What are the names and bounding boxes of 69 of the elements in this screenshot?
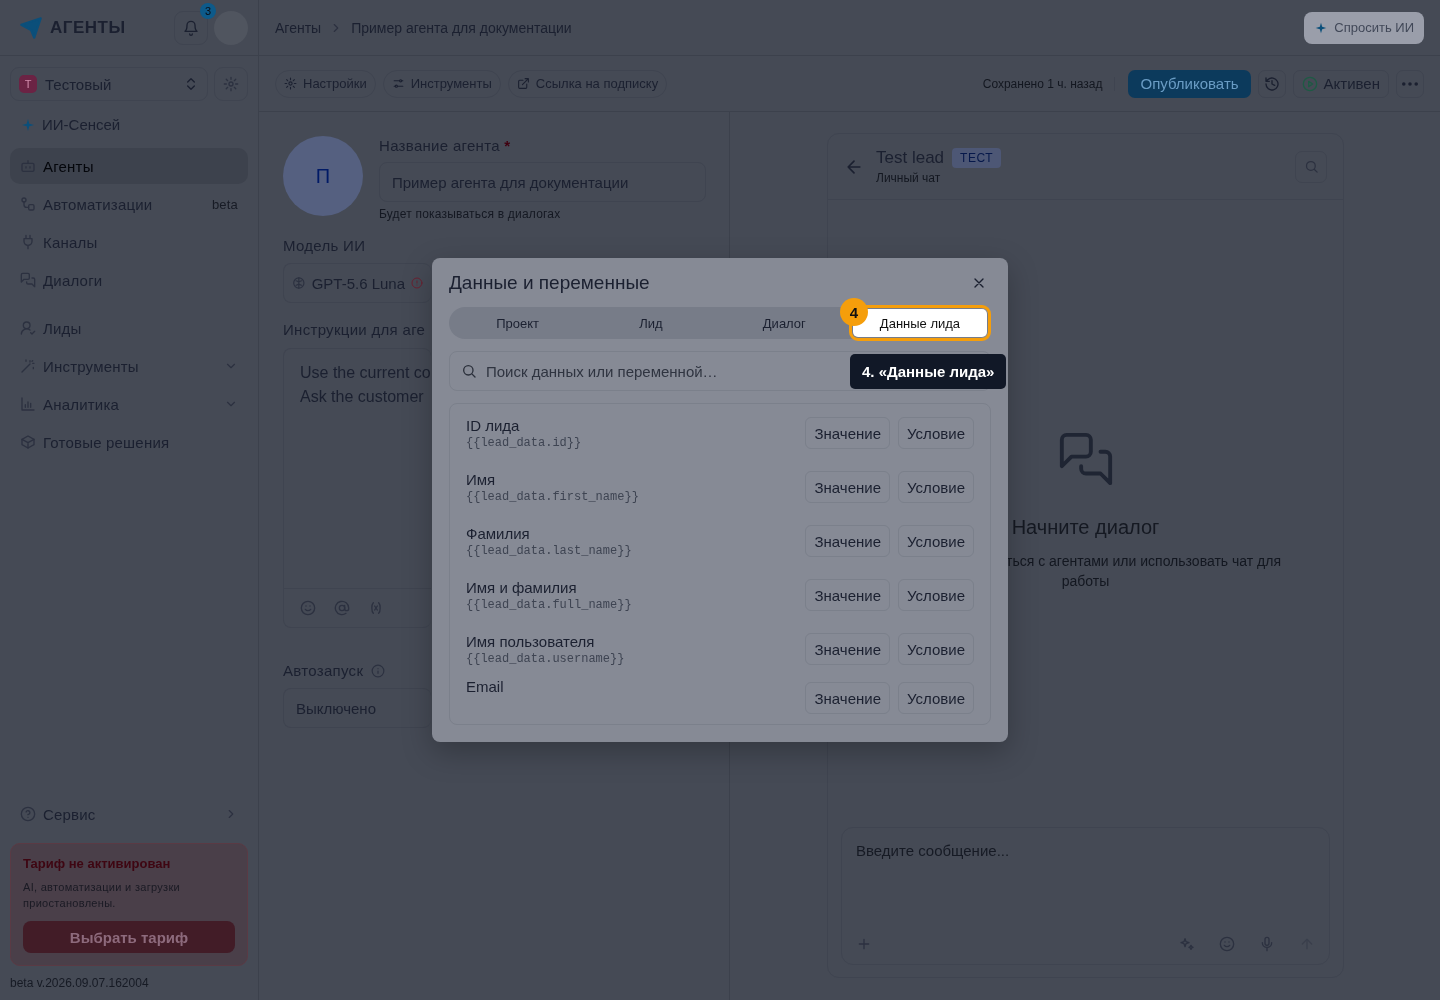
- insert-value-button[interactable]: Значение: [805, 525, 890, 557]
- more-button[interactable]: [1396, 69, 1424, 98]
- mention-icon: [334, 600, 350, 616]
- choose-plan-button[interactable]: Выбрать тариф: [23, 921, 235, 953]
- info-icon: [371, 663, 386, 678]
- variable-label: Имя и фамилия: [466, 578, 578, 596]
- insert-condition-button[interactable]: Условие: [898, 682, 974, 714]
- wand-icon: [20, 358, 36, 374]
- help-icon: [20, 806, 36, 822]
- variable-icon: [368, 600, 384, 616]
- external-link-icon: [516, 77, 530, 90]
- sidebar-item[interactable]: Агенты: [10, 148, 248, 184]
- magic-icon: [1179, 936, 1195, 952]
- modal-tab[interactable]: Диалог: [748, 309, 820, 337]
- insert-value-button[interactable]: Значение: [805, 417, 890, 449]
- variable-label: Имя: [466, 470, 497, 488]
- history-button[interactable]: [1257, 69, 1286, 98]
- insert-condition-button[interactable]: Условие: [898, 471, 974, 503]
- bell-icon: [183, 19, 199, 36]
- search-button[interactable]: [1295, 150, 1327, 183]
- settings-button[interactable]: [214, 67, 248, 101]
- variable-code: {{lead_data.username}}: [466, 651, 626, 666]
- play-icon: [1301, 75, 1318, 92]
- variable-code: {{lead_data.id}}: [466, 435, 583, 450]
- logo-icon: [18, 14, 44, 41]
- insert-condition-button[interactable]: Условие: [898, 525, 974, 557]
- variable-code: {{lead_data.last_name}}: [466, 543, 633, 558]
- insert-value-button[interactable]: Значение: [805, 579, 890, 611]
- publish-button[interactable]: Опубликовать: [1128, 69, 1251, 98]
- search-icon: [1303, 159, 1319, 174]
- variable-label: Email: [466, 678, 505, 695]
- notification-count: 3: [200, 2, 216, 19]
- emoji-icon: [1219, 936, 1235, 952]
- avatar[interactable]: [214, 10, 248, 45]
- variable-label: ID лида: [466, 416, 521, 434]
- microphone-icon: [1259, 936, 1275, 952]
- variable-label: Имя пользователя: [466, 632, 596, 650]
- user-icon: [20, 320, 36, 336]
- modal-tab[interactable]: Проект: [482, 309, 554, 337]
- modal-title: Данные и переменные: [449, 272, 650, 294]
- chat-bubbles-icon: [20, 272, 36, 288]
- agent-avatar[interactable]: П: [283, 136, 363, 216]
- plus-icon: [856, 936, 872, 952]
- plan-notice-title: Тариф не активирован: [23, 856, 172, 871]
- workspace-initial: Т: [19, 75, 37, 93]
- history-icon: [1263, 75, 1280, 92]
- tour-tooltip: 4. «Данные лида»: [850, 354, 1007, 389]
- insert-value-button[interactable]: Значение: [805, 633, 890, 665]
- insert-condition-button[interactable]: Условие: [898, 633, 974, 665]
- alert-icon: [411, 276, 423, 290]
- cube-icon: [20, 434, 36, 450]
- emoji-icon: [300, 600, 316, 616]
- search-icon: [461, 363, 477, 379]
- test-tag: ТЕСТ: [952, 148, 1001, 168]
- insert-value-button[interactable]: Значение: [805, 682, 890, 714]
- plug-icon: [20, 234, 36, 250]
- variable-code: {{lead_data.first_name}}: [466, 489, 640, 504]
- insert-condition-button[interactable]: Условие: [898, 417, 974, 449]
- variable-code: {{lead_data.full_name}}: [466, 597, 633, 612]
- brain-icon: [292, 275, 306, 291]
- sliders-icon: [391, 77, 405, 90]
- ask-ai-button[interactable]: Спросить ИИ: [1304, 11, 1424, 44]
- flow-icon: [20, 196, 36, 212]
- variable-label: Фамилия: [466, 524, 531, 542]
- more-icon: [1402, 81, 1418, 86]
- bar-chart-icon: [20, 396, 36, 412]
- insert-value-button[interactable]: Значение: [805, 471, 890, 503]
- modal-tab[interactable]: Лид: [625, 309, 677, 337]
- insert-condition-button[interactable]: Условие: [898, 579, 974, 611]
